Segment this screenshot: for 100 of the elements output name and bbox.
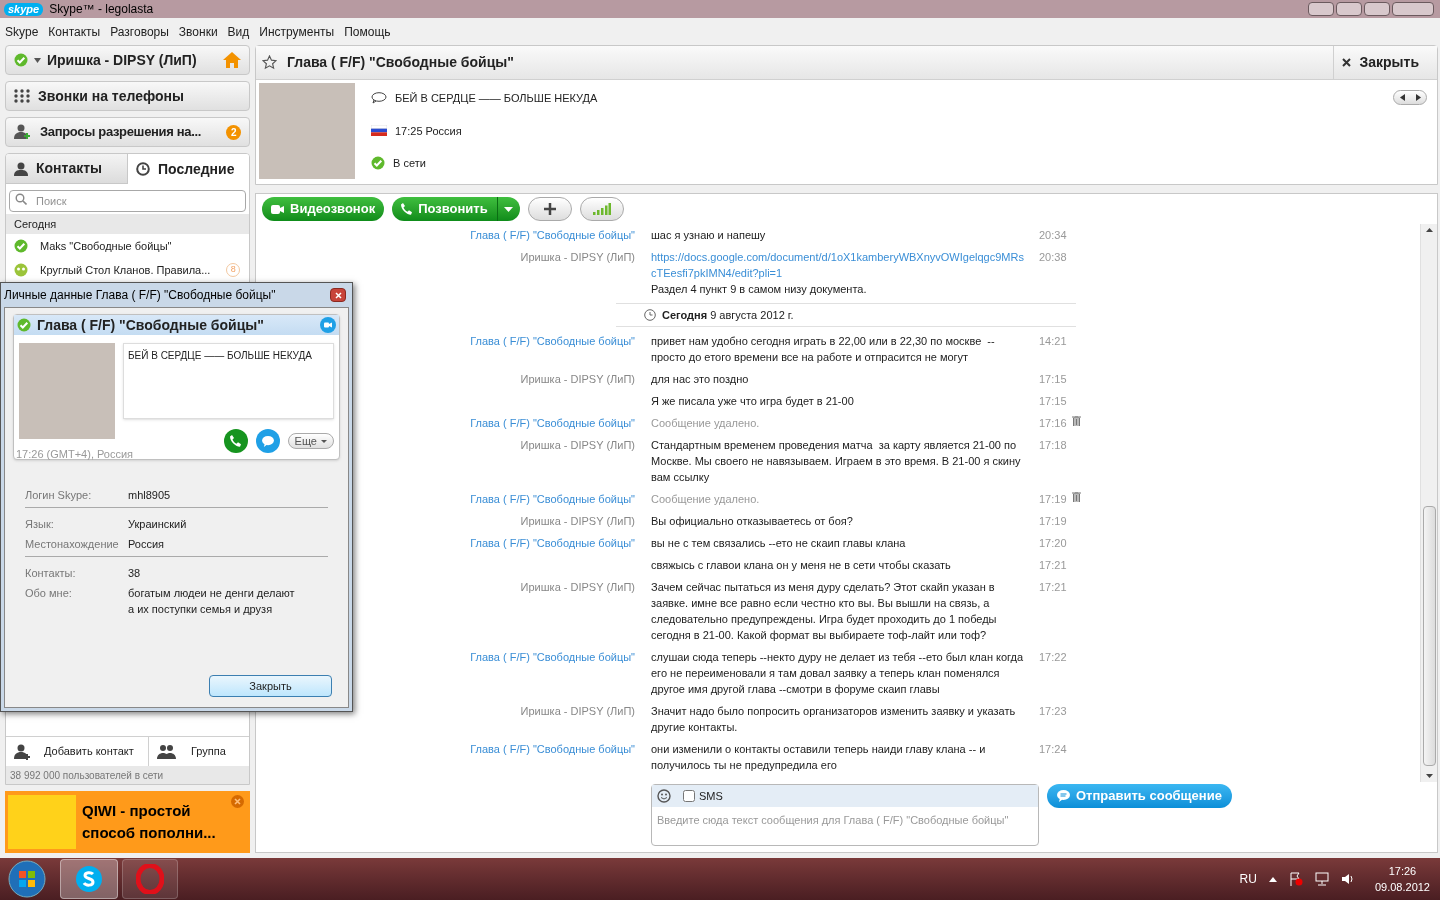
menu-item[interactable]: Skype <box>5 22 39 41</box>
show-hidden-icons[interactable] <box>1268 876 1277 882</box>
message-text: Значит надо было попросить организаторов изменить заявку и указать другие контакты. <box>651 704 1017 735</box>
menu-item[interactable]: Разговоры <box>110 22 169 41</box>
phone-icon <box>230 435 242 447</box>
ad-text: QIWI - простой <box>82 801 192 821</box>
sender-name[interactable]: Глава ( F/F) "Свободные бойцы" <box>470 651 635 663</box>
recent-conversation-item[interactable]: Круглый Стол Кланов. Правила... 8 <box>6 258 249 282</box>
add-person-icon <box>14 124 32 140</box>
message-input[interactable]: Введите сюда текст сообщения для Глава ( F/F) "Свободные бойцы" <box>652 807 1038 845</box>
taskbar-app-button[interactable] <box>122 859 178 899</box>
contact-requests-button[interactable]: Запросы разрешения на... 2 <box>5 117 250 147</box>
sender-name[interactable]: Иришка - DIPSY (ЛиП) <box>520 439 635 451</box>
advertisement-banner[interactable]: QIWI - простой способ пополни... <box>5 791 250 853</box>
star-icon[interactable] <box>262 55 277 70</box>
message-time: 17:24 <box>1039 742 1068 757</box>
message-text: привет нам удобно сегодня играть в 22,00 или в 22,30 по москве -- просто до етого времени все на работе и отпрасится не могут <box>651 334 996 365</box>
up-arrow-icon <box>1425 228 1433 232</box>
local-time: 17:25 Россия <box>395 123 462 139</box>
message-time: 14:21 <box>1039 334 1068 349</box>
clock-time[interactable]: 17:26 <box>1388 863 1417 879</box>
add-button[interactable] <box>527 197 572 221</box>
clock-date[interactable]: 09.08.2012 <box>1374 879 1430 895</box>
skype-logo-icon <box>74 864 104 894</box>
clock-icon <box>644 309 656 321</box>
recent-conversation-item[interactable]: Maks "Свободные бойцы" <box>6 234 249 258</box>
minimize-button[interactable] <box>1336 2 1362 16</box>
video-camera-icon[interactable] <box>320 317 336 333</box>
phone-calls-button[interactable]: Звонки на телефоны <box>5 81 250 111</box>
field-value: богатым людеи не денги делают а их поступки семья и друзя <box>128 585 295 617</box>
menu-item[interactable]: Звонки <box>178 22 218 41</box>
close-button[interactable]: Закрыть <box>209 675 332 697</box>
flag-icon[interactable] <box>1288 872 1303 886</box>
smiley-icon[interactable] <box>657 789 671 803</box>
close-window-button[interactable] <box>1392 2 1434 16</box>
sender-name[interactable]: Глава ( F/F) "Свободные бойцы" <box>470 743 635 755</box>
conversation-title: Глава ( F/F) "Свободные бойцы" <box>287 53 514 72</box>
call-options-button[interactable] <box>497 197 520 221</box>
sender-name[interactable]: Глава ( F/F) "Свободные бойцы" <box>470 335 635 347</box>
taskbar-app-button[interactable] <box>60 859 118 899</box>
speech-bubble-icon <box>371 92 387 105</box>
scrollbar-thumb[interactable] <box>1422 506 1436 766</box>
list-group-header: Сегодня <box>6 214 249 234</box>
message-text: Зачем сейчас пытаться из меня дуру сделать? Этот скайп указан в заявке. имне все равно если честно кто вы. Вы вышли на связь, а следовательно предупреждены. Игра будет проходить до 1 победы сегодня в 21-00. Какой формат вы выбираете тоф-лайт или тоф? <box>651 580 998 643</box>
message-text: для нас это поздно <box>651 372 750 387</box>
message-input-box[interactable]: SMS Введите сюда текст сообщения для Глава ( F/F) "Свободные бойцы" <box>651 784 1039 846</box>
sms-checkbox[interactable] <box>683 790 695 802</box>
message-link[interactable]: https://docs.google.com/document/d/1oX1kamberyWBXnyvOWIgelqgc9MRscTEesfi7pkIMN4/edit?pli=1 <box>651 249 1027 281</box>
sender-name[interactable]: Глава ( F/F) "Свободные бойцы" <box>470 537 635 549</box>
message-time: 17:21 <box>1039 558 1068 573</box>
field-value: Россия <box>128 536 165 552</box>
add-group-button[interactable]: Группа <box>149 737 249 766</box>
sender-name[interactable]: Глава ( F/F) "Свободные бойцы" <box>470 229 635 241</box>
sender-name[interactable]: Иришка - DIPSY (ЛиП) <box>520 251 635 263</box>
down-arrow-icon <box>1425 774 1433 778</box>
status-text: В сети <box>393 156 426 171</box>
input-language[interactable]: RU <box>1239 870 1257 888</box>
menu-item[interactable]: Контакты <box>48 22 101 41</box>
date-separator: Сегодня 9 августа 2012 г. <box>662 307 794 323</box>
mood-message: БЕЙ В СЕРДЦЕ —— БОЛЬШЕ НЕКУДА <box>123 343 334 419</box>
close-dialog-button[interactable] <box>330 288 346 302</box>
menu-item[interactable]: Помощь <box>344 22 391 41</box>
more-button[interactable]: Еще <box>287 433 334 449</box>
message-time: 20:38 <box>1039 250 1068 265</box>
scroll-arrows-button[interactable] <box>1393 90 1427 105</box>
sidebar-tab[interactable]: Контакты <box>6 154 128 184</box>
start-button-icon[interactable] <box>8 860 46 898</box>
menu-item[interactable]: Вид <box>227 22 250 41</box>
sender-name[interactable]: Глава ( F/F) "Свободные бойцы" <box>470 417 635 429</box>
message-time: 17:19 <box>1039 514 1068 529</box>
notification-badge: 2 <box>226 124 241 140</box>
menu-item[interactable]: Инструменты <box>259 22 335 41</box>
sender-name[interactable]: Иришка - DIPSY (ЛиП) <box>520 705 635 717</box>
restore-window-button[interactable] <box>1308 2 1334 16</box>
sender-name[interactable]: Иришка - DIPSY (ЛиП) <box>520 515 635 527</box>
online-status-icon <box>371 156 385 171</box>
sender-name[interactable]: Глава ( F/F) "Свободные бойцы" <box>470 493 635 505</box>
network-icon[interactable] <box>1314 872 1329 886</box>
search-field[interactable]: Поиск <box>9 190 246 212</box>
sender-name[interactable]: Иришка - DIPSY (ЛиП) <box>520 581 635 593</box>
volume-icon[interactable] <box>1340 872 1355 886</box>
chat-button[interactable] <box>255 429 280 453</box>
scrollbar[interactable] <box>1420 224 1437 782</box>
message-text: вы не с тем связались --ето не скаип главы клана <box>651 536 907 551</box>
online-status-icon <box>14 239 28 253</box>
sender-name[interactable]: Иришка - DIPSY (ЛиП) <box>520 373 635 385</box>
ad-text: способ пополни... <box>82 823 216 843</box>
message-time: 17:20 <box>1039 536 1068 551</box>
message-time: 17:15 <box>1039 394 1068 409</box>
group-icon <box>157 743 179 760</box>
ad-logo-drawing <box>8 795 76 849</box>
message-text: Вы официально отказываетесь от боя? <box>651 514 854 529</box>
left-arrow-icon <box>1399 94 1405 101</box>
call-quality-button[interactable] <box>579 197 624 221</box>
profile-button[interactable]: Иришка - DIPSY (ЛиП) <box>5 45 250 75</box>
maximize-button[interactable] <box>1364 2 1390 16</box>
chat-bubble-icon <box>261 435 274 447</box>
close-conversation-button[interactable]: Закрыть <box>1333 46 1437 79</box>
group-chat-icon <box>14 263 28 277</box>
call-button[interactable] <box>223 429 248 453</box>
